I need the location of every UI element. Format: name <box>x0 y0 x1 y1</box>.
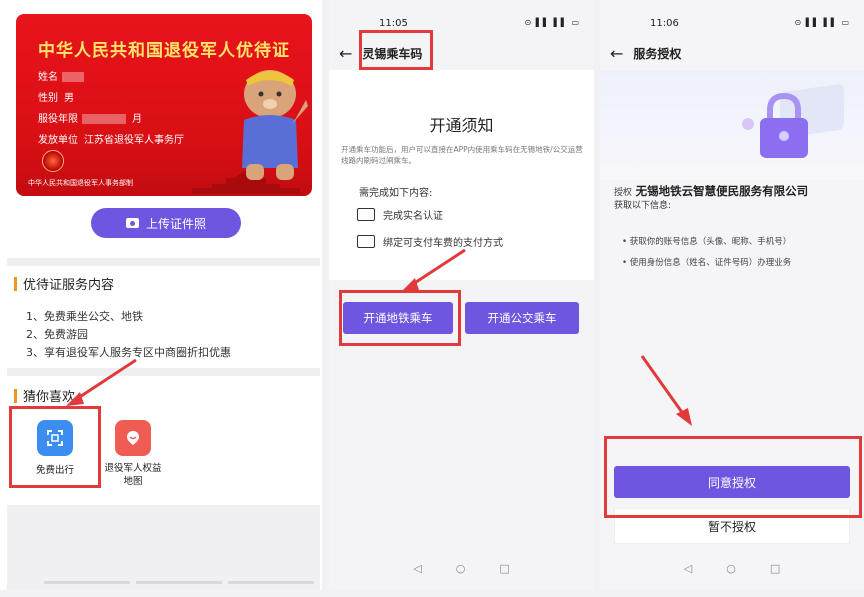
signal-battery-icon: ⊙ ▌▌ ▌▌ ▭ <box>794 18 850 27</box>
gender-row: 性别男 <box>38 93 74 104</box>
highlight-box <box>604 436 862 518</box>
requirement-item: 绑定可支付车费的支付方式 <box>357 234 503 249</box>
ride-code-screen: 11:05 ⊙ ▌▌ ▌▌ ▭ ← 灵锡乘车码 开通须知 开通乘车功能后，用户可… <box>329 0 594 590</box>
map-pin-icon <box>115 420 151 456</box>
divider <box>7 258 320 266</box>
app-label: 退役军人权益地图 <box>104 463 162 487</box>
recommend-heading: 猜你喜欢 <box>14 386 75 405</box>
status-bar: 11:06 ⊙ ▌▌ ▌▌ ▭ <box>650 18 850 29</box>
back-nav-icon[interactable]: ◁ <box>684 562 692 575</box>
divider <box>7 368 320 376</box>
veteran-rights-map-app[interactable]: 退役军人权益地图 <box>96 420 170 488</box>
org-line: 授权 无锡地铁云智慧便民服务有限公司 <box>614 184 809 198</box>
card-title: 中华人民共和国退役军人优待证 <box>38 41 290 61</box>
services-list: 1、免费乘坐公交、地铁 2、免费游园 3、享有退役军人服务专区中商圈折扣优惠 <box>26 308 231 362</box>
veteran-preferential-card: 中华人民共和国退役军人优待证 姓名 性别男 服役年限月 发放单位 江苏省退役军人事… <box>16 14 312 196</box>
back-nav-icon[interactable]: ◁ <box>413 562 421 575</box>
requirement-item: 完成实名认证 <box>357 207 443 222</box>
permission-item: • 使用身份信息（姓名、证件号码）办理业务 <box>622 258 792 268</box>
org-name: 无锡地铁云智慧便民服务有限公司 <box>635 184 809 198</box>
authorization-screen: 11:06 ⊙ ▌▌ ▌▌ ▭ ← 服务授权 授权 无锡地铁云智慧便民服务有限公… <box>600 0 864 590</box>
id-card-icon <box>357 208 375 221</box>
system-nav-bar: ◁ ○ □ <box>600 558 864 578</box>
notice-text: 开通乘车功能后，用户可以直接在APP内使用乘车码在无锡地铁/公交运营线路内刷码过… <box>341 145 583 165</box>
empty-area <box>7 505 320 590</box>
page-indicator <box>44 581 314 584</box>
notice-title: 开通须知 <box>429 116 494 135</box>
red-arrow-icon <box>640 355 692 426</box>
service-item: 2、免费游园 <box>26 328 88 341</box>
service-item: 3、享有退役军人服务专区中商圈折扣优惠 <box>26 346 231 359</box>
upload-photo-button[interactable]: 上传证件照 <box>91 208 241 238</box>
back-arrow-icon[interactable]: ← <box>610 44 623 63</box>
recents-nav-icon[interactable]: □ <box>499 562 509 575</box>
service-row: 服役年限月 <box>38 114 142 125</box>
lock-illustration-icon <box>742 84 844 158</box>
permission-item: • 获取你的账号信息（头像、昵称、手机号） <box>622 237 792 247</box>
redacted-name <box>62 72 84 82</box>
emblem-icon <box>42 150 64 172</box>
system-nav-bar: ◁ ○ □ <box>329 558 594 578</box>
camera-icon <box>125 218 139 228</box>
signal-battery-icon: ⊙ ▌▌ ▌▌ ▭ <box>524 18 580 27</box>
services-heading: 优待证服务内容 <box>14 274 114 293</box>
highlight-box <box>359 30 433 70</box>
recents-nav-icon[interactable]: □ <box>770 562 780 575</box>
name-row: 姓名 <box>38 68 84 83</box>
auth-illustration <box>600 70 864 180</box>
issuer-row: 发放单位 江苏省退役军人事务厅 <box>38 135 184 146</box>
card-footer: 中华人民共和国退役军人事务部制 <box>28 179 133 187</box>
page-title: 服务授权 <box>633 46 682 61</box>
nav-bar: ← 服务授权 <box>600 38 864 68</box>
info-subtitle: 获取以下信息: <box>614 201 672 211</box>
highlight-box <box>9 406 101 488</box>
home-nav-icon[interactable]: ○ <box>456 562 466 575</box>
bear-mascot-icon <box>242 70 308 180</box>
service-item: 1、免费乘坐公交、地铁 <box>26 310 143 323</box>
veteran-card-screen: 中华人民共和国退役军人优待证 姓名 性别男 服役年限月 发放单位 江苏省退役军人事… <box>0 0 322 590</box>
open-bus-button[interactable]: 开通公交乘车 <box>465 302 579 334</box>
back-arrow-icon[interactable]: ← <box>339 44 352 63</box>
wallet-icon <box>357 235 375 248</box>
requirements-heading: 需完成如下内容: <box>359 188 433 199</box>
home-nav-icon[interactable]: ○ <box>726 562 736 575</box>
highlight-box <box>339 290 461 346</box>
redacted-years <box>82 114 126 124</box>
